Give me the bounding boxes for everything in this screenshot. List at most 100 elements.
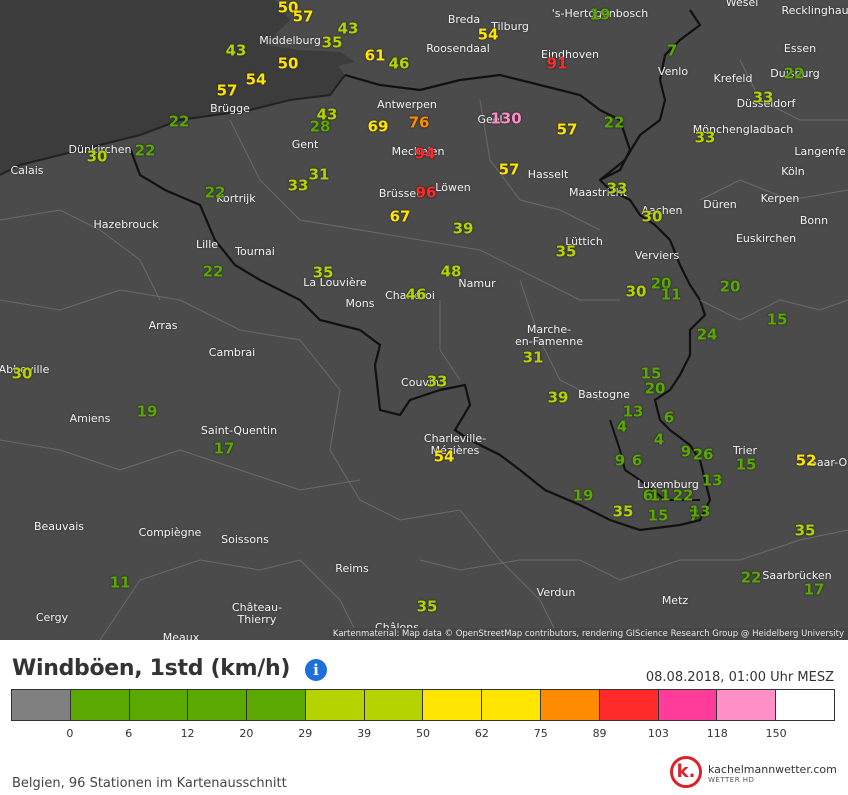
station-value[interactable]: 17 [804, 582, 825, 598]
map-attribution: Kartenmaterial: Map data © OpenStreetMap… [328, 628, 848, 640]
station-value[interactable]: 33 [607, 181, 628, 197]
wind-gust-map[interactable]: Middelburg Breda Tilburg's-Hertogenbosch We… [0, 0, 848, 640]
station-value[interactable]: 19 [590, 7, 611, 23]
station-value[interactable]: 130 [490, 111, 521, 127]
station-value[interactable]: 6 [664, 410, 674, 426]
station-value[interactable]: 94 [415, 146, 436, 162]
station-value[interactable]: 26 [693, 447, 714, 463]
station-value[interactable]: 19 [573, 488, 594, 504]
station-value[interactable]: 24 [697, 327, 718, 343]
city-label: Verdun [536, 586, 576, 599]
station-value[interactable]: 57 [557, 122, 578, 138]
station-value[interactable]: 11 [650, 488, 671, 504]
station-value[interactable]: 17 [214, 441, 235, 457]
station-value[interactable]: 31 [523, 350, 544, 366]
station-value[interactable]: 28 [310, 119, 331, 135]
scale-segment [188, 690, 248, 720]
station-value[interactable]: 61 [365, 48, 386, 64]
station-value[interactable]: 50 [278, 56, 299, 72]
city-label: Metz [661, 594, 689, 607]
station-value[interactable]: 57 [293, 9, 314, 25]
station-value[interactable]: 20 [720, 279, 741, 295]
logo-name: kachelmannwetter.com [708, 763, 837, 776]
station-value[interactable]: 11 [661, 287, 682, 303]
station-value[interactable]: 57 [217, 83, 238, 99]
station-value[interactable]: 20 [645, 381, 666, 397]
station-value[interactable]: 6 [632, 453, 642, 469]
station-value[interactable]: 39 [548, 390, 569, 406]
station-value[interactable]: 9 [681, 444, 691, 460]
logo-mark-icon: k. [670, 756, 702, 788]
station-value[interactable]: 30 [12, 366, 33, 382]
station-value[interactable]: 9 [615, 453, 625, 469]
station-value[interactable]: 35 [322, 35, 343, 51]
station-value[interactable]: 54 [478, 27, 499, 43]
station-value[interactable]: 13 [690, 504, 711, 520]
station-value[interactable]: 30 [642, 209, 663, 225]
city-label: Gent [291, 138, 319, 151]
station-value[interactable]: 69 [368, 119, 389, 135]
station-value[interactable]: 35 [795, 523, 816, 539]
info-icon[interactable]: i [305, 659, 327, 681]
station-value[interactable]: 15 [767, 312, 788, 328]
scale-tick-label: 12 [180, 727, 195, 740]
station-value[interactable]: 22 [741, 570, 762, 586]
station-value[interactable]: 22 [203, 264, 224, 280]
station-value[interactable]: 48 [441, 264, 462, 280]
station-value[interactable]: 96 [416, 185, 437, 201]
scale-tick-label: 103 [647, 727, 669, 740]
station-value[interactable]: 35 [556, 244, 577, 260]
station-value[interactable]: 4 [617, 419, 627, 435]
station-value[interactable]: 35 [313, 265, 334, 281]
city-label: Calais [10, 164, 44, 177]
city-label: Middelburg [259, 34, 321, 47]
station-value[interactable]: 46 [389, 56, 410, 72]
station-value[interactable]: 22 [205, 185, 226, 201]
station-value[interactable]: 22 [604, 115, 625, 131]
station-value[interactable]: 39 [453, 221, 474, 237]
station-value[interactable]: 31 [309, 167, 330, 183]
city-label: Amiens [69, 412, 111, 425]
station-value[interactable]: 35 [417, 599, 438, 615]
station-value[interactable]: 54 [434, 449, 455, 465]
station-value[interactable]: 19 [137, 404, 158, 420]
station-value[interactable]: 15 [736, 457, 757, 473]
station-value[interactable]: 30 [626, 284, 647, 300]
scale-segment [599, 690, 659, 720]
station-value[interactable]: 57 [499, 162, 520, 178]
station-value[interactable]: 33 [753, 90, 774, 106]
station-value[interactable]: 43 [226, 43, 247, 59]
city-label: Breda [447, 13, 481, 26]
station-value[interactable]: 54 [246, 72, 267, 88]
station-value[interactable]: 33 [695, 130, 716, 146]
station-value[interactable]: 33 [288, 178, 309, 194]
scale-segment [776, 690, 834, 720]
station-value[interactable]: 46 [406, 287, 427, 303]
city-label: Verviers [634, 249, 680, 262]
city-label: Cergy [35, 611, 69, 624]
city-label: Brüssel [378, 187, 420, 200]
station-value[interactable]: 30 [87, 149, 108, 165]
city-label: Compiègne [138, 526, 202, 539]
station-value[interactable]: 52 [796, 453, 817, 469]
city-label: Cambrai [208, 346, 256, 359]
station-value[interactable]: 15 [648, 508, 669, 524]
station-value[interactable]: 22 [673, 488, 694, 504]
station-value[interactable]: 33 [427, 374, 448, 390]
city-label: Saint-Quentin [200, 424, 278, 437]
station-value[interactable]: 13 [702, 473, 723, 489]
city-label: Krefeld [713, 72, 753, 85]
station-value[interactable]: 67 [390, 209, 411, 225]
scale-segment [364, 690, 424, 720]
station-value[interactable]: 35 [613, 504, 634, 520]
station-value[interactable]: 22 [135, 143, 156, 159]
scale-segment [658, 690, 718, 720]
station-value[interactable]: 22 [169, 114, 190, 130]
scale-segment [129, 690, 189, 720]
station-value[interactable]: 22 [784, 66, 805, 82]
station-value[interactable]: 76 [409, 115, 430, 131]
station-value[interactable]: 7 [667, 43, 677, 59]
station-value[interactable]: 4 [654, 432, 664, 448]
station-value[interactable]: 91 [547, 56, 568, 72]
station-value[interactable]: 11 [110, 575, 131, 591]
